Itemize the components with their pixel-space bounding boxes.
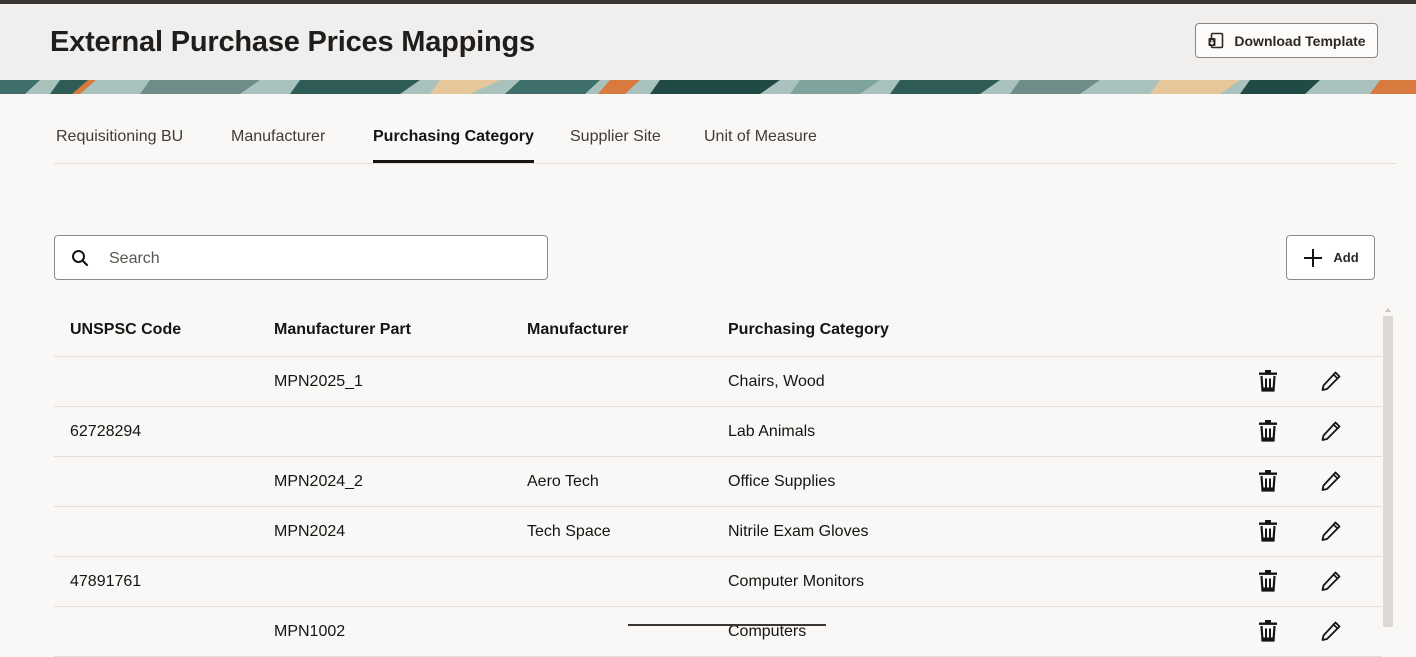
column-header-manufacturer[interactable]: Manufacturer <box>527 321 628 339</box>
pencil-icon[interactable] <box>1319 619 1343 643</box>
tab-purchasing-category[interactable]: Purchasing Category <box>373 112 534 163</box>
search-box <box>54 235 548 280</box>
plus-icon <box>1304 248 1323 267</box>
download-template-button[interactable]: Download Template <box>1195 23 1378 58</box>
cell-manufacturer-part: MPN2025_1 <box>274 373 363 390</box>
download-file-icon <box>1208 32 1224 48</box>
trash-icon[interactable] <box>1256 369 1280 393</box>
search-input[interactable] <box>107 244 531 274</box>
cell-purchasing-category: Computer Monitors <box>728 573 865 590</box>
search-icon <box>72 250 89 267</box>
tab-bar: Requisitioning BU Manufacturer Purchasin… <box>54 112 1396 164</box>
pencil-icon[interactable] <box>1319 519 1343 543</box>
add-label: Add <box>1333 250 1359 265</box>
table-header: UNSPSC Code Manufacturer Part Manufactur… <box>54 306 1382 357</box>
vertical-scrollbar[interactable] <box>1383 316 1393 627</box>
horizontal-scroll-indicator[interactable] <box>628 624 826 626</box>
table-row[interactable]: MPN2024_2 Aero Tech Office Supplies <box>54 457 1382 507</box>
table-body: MPN2025_1 Chairs, Wood 62728294 Lab Animals… <box>54 357 1382 657</box>
cell-unspsc-code: 47891761 <box>70 573 142 590</box>
trash-icon[interactable] <box>1256 419 1280 443</box>
tab-unit-of-measure[interactable]: Unit of Measure <box>704 112 817 162</box>
cell-purchasing-category: Nitrile Exam Gloves <box>728 523 869 540</box>
table-row[interactable]: MPN2025_1 Chairs, Wood <box>54 357 1382 407</box>
pencil-icon[interactable] <box>1319 419 1343 443</box>
tab-supplier-site[interactable]: Supplier Site <box>570 112 661 162</box>
table-row[interactable]: 47891761 Computer Monitors <box>54 557 1382 607</box>
cell-manufacturer-part: MPN2024_2 <box>274 473 363 490</box>
cell-purchasing-category: Chairs, Wood <box>728 373 825 390</box>
column-header-purchasing-category[interactable]: Purchasing Category <box>728 321 889 339</box>
cell-manufacturer-part: MPN1002 <box>274 623 346 640</box>
trash-icon[interactable] <box>1256 619 1280 643</box>
page-title: External Purchase Prices Mappings <box>50 26 535 58</box>
column-header-manufacturer-part[interactable]: Manufacturer Part <box>274 321 411 339</box>
cell-purchasing-category: Office Supplies <box>728 473 836 490</box>
tab-manufacturer[interactable]: Manufacturer <box>231 112 325 162</box>
mappings-table: UNSPSC Code Manufacturer Part Manufactur… <box>54 306 1382 657</box>
cell-manufacturer: Tech Space <box>527 523 611 540</box>
table-row[interactable]: MPN1002 Computers <box>54 607 1382 657</box>
tab-requisitioning-bu[interactable]: Requisitioning BU <box>56 112 183 162</box>
trash-icon[interactable] <box>1256 569 1280 593</box>
cell-manufacturer-part: MPN2024 <box>274 523 346 540</box>
decorative-banner <box>0 80 1416 94</box>
column-header-unspsc-code[interactable]: UNSPSC Code <box>70 321 181 339</box>
pencil-icon[interactable] <box>1319 369 1343 393</box>
add-button[interactable]: Add <box>1286 235 1375 280</box>
trash-icon[interactable] <box>1256 519 1280 543</box>
cell-purchasing-category: Lab Animals <box>728 423 816 440</box>
pencil-icon[interactable] <box>1319 569 1343 593</box>
trash-icon[interactable] <box>1256 469 1280 493</box>
page-header: External Purchase Prices Mappings Downlo… <box>0 4 1416 80</box>
scroll-up-arrow-icon[interactable] <box>1384 306 1392 314</box>
cell-unspsc-code: 62728294 <box>70 423 142 440</box>
pencil-icon[interactable] <box>1319 469 1343 493</box>
table-row[interactable]: 62728294 Lab Animals <box>54 407 1382 457</box>
table-row[interactable]: MPN2024 Tech Space Nitrile Exam Gloves <box>54 507 1382 557</box>
download-template-label: Download Template <box>1234 32 1366 49</box>
cell-manufacturer: Aero Tech <box>527 473 599 490</box>
